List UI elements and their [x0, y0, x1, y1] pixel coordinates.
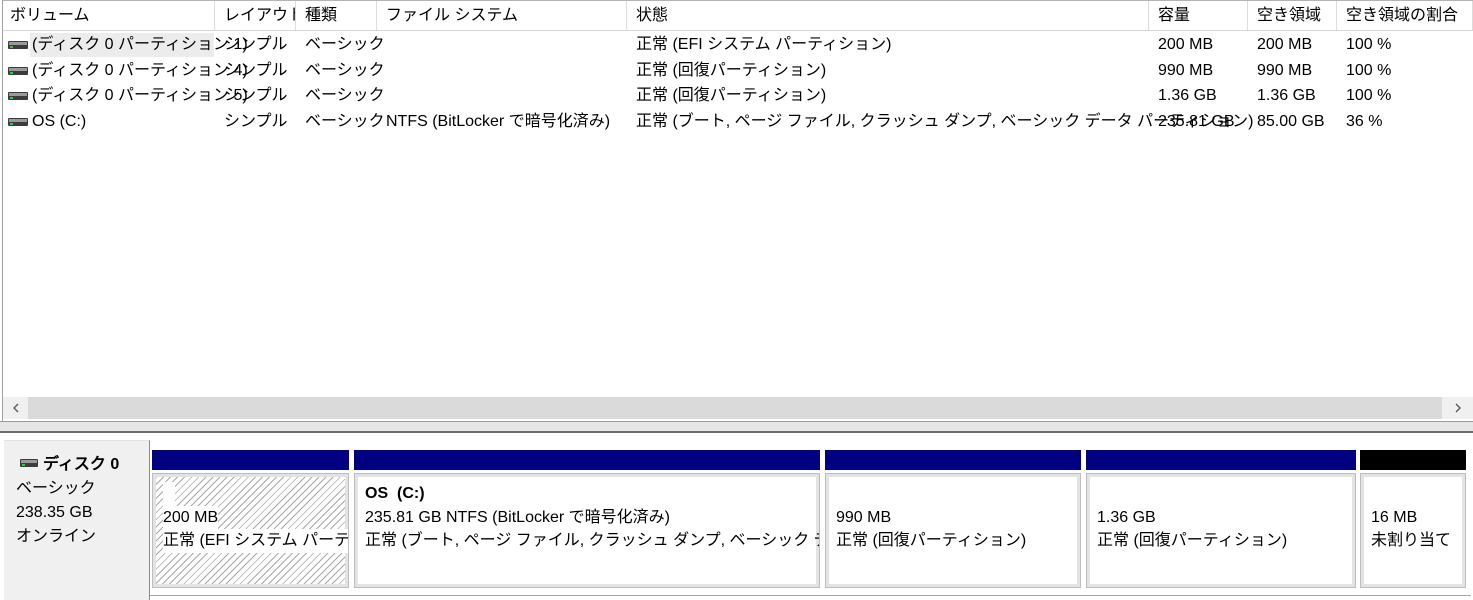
volume-name: (ディスク 0 パーティション 5) [32, 87, 248, 104]
partition-body: 16 MB 未割り当て [1360, 473, 1466, 588]
column-header-layout[interactable]: レイアウト [215, 1, 296, 30]
partition-color-bar [825, 450, 1081, 470]
filesystem-cell [377, 83, 627, 109]
status-cell: 正常 (回復パーティション) [636, 61, 827, 79]
type-cell: ベーシック [305, 36, 385, 53]
partition-body: 1.36 GB 正常 (回復パーティション) [1086, 473, 1356, 588]
disk-size: 238.35 GB [16, 504, 93, 521]
drive-icon [8, 66, 28, 75]
column-header-volume[interactable]: ボリューム [3, 1, 215, 30]
disk-name: ディスク 0 [43, 456, 120, 473]
partition-os-c[interactable]: OS (C:) 235.81 GB NTFS (BitLocker で暗号化済み… [354, 440, 820, 595]
scroll-right-button[interactable] [1443, 397, 1473, 419]
free-space-cell: 85.00 GB [1257, 112, 1325, 130]
pane-splitter[interactable] [0, 421, 1473, 433]
capacity-cell: 235.81 GB [1158, 112, 1235, 130]
free-space-cell: 1.36 GB [1257, 87, 1316, 104]
scroll-left-button[interactable] [3, 397, 28, 419]
column-header-filesystem[interactable]: ファイル システム [377, 1, 627, 30]
column-header-row: ボリューム レイアウト 種類 ファイル システム 状態 容量 空き領域 空き領域… [3, 1, 1473, 31]
status-cell: 正常 (回復パーティション) [636, 87, 827, 104]
free-space-cell: 200 MB [1257, 36, 1313, 53]
capacity-cell: 200 MB [1158, 36, 1214, 53]
scrollbar-thumb[interactable] [28, 397, 1442, 419]
free-percent-cell: 100 % [1346, 36, 1392, 53]
volume-row[interactable]: (ディスク 0 パーティション 1) シンプル ベーシック 正常 (EFI シス… [3, 32, 1473, 58]
partition-name [163, 482, 175, 506]
free-percent-cell: 36 % [1346, 112, 1383, 130]
filesystem-cell: NTFS (BitLocker で暗号化済み) [386, 112, 611, 130]
horizontal-scrollbar[interactable] [3, 397, 1473, 419]
volume-rows: (ディスク 0 パーティション 1) シンプル ベーシック 正常 (EFI シス… [3, 32, 1473, 134]
volume-row[interactable]: OS (C:) シンプル ベーシック NTFS (BitLocker で暗号化済… [3, 109, 1473, 135]
partition-status: 正常 (ブート, ページ ファイル, クラッシュ ダンプ, ベーシック データ … [365, 532, 819, 549]
layout-cell: シンプル [224, 36, 288, 53]
layout-cell: シンプル [224, 61, 288, 79]
column-header-capacity[interactable]: 容量 [1149, 1, 1248, 30]
partition-map: 200 MB 正常 (EFI システム パーティ OS (C:) 235.81 … [150, 440, 1471, 596]
volume-list-view[interactable]: ボリューム レイアウト 種類 ファイル システム 状態 容量 空き領域 空き領域… [2, 0, 1473, 421]
partition-status: 正常 (EFI システム パーティ [163, 529, 348, 553]
volume-name: (ディスク 0 パーティション 4) [32, 61, 248, 79]
partition-color-bar [354, 450, 820, 470]
volume-cell: (ディスク 0 パーティション 1) [3, 32, 248, 58]
disk-info-panel[interactable]: ディスク 0 ベーシック 238.35 GB オンライン [4, 440, 150, 600]
partition-status: 正常 (回復パーティション) [1097, 532, 1288, 549]
free-percent-cell: 100 % [1346, 61, 1392, 79]
volume-cell: (ディスク 0 パーティション 4) [3, 58, 248, 84]
filesystem-cell [377, 32, 627, 58]
status-cell: 正常 (ブート, ページ ファイル, クラッシュ ダンプ, ベーシック データ … [636, 112, 1254, 130]
free-percent-cell: 100 % [1346, 87, 1392, 104]
unallocated-space[interactable]: 16 MB 未割り当て [1360, 440, 1466, 595]
partition-size: 990 MB [836, 508, 892, 526]
type-cell: ベーシック [305, 87, 385, 104]
column-header-free-space[interactable]: 空き領域 [1248, 1, 1337, 30]
partition-size: 16 MB [1371, 508, 1418, 526]
volume-row[interactable]: (ディスク 0 パーティション 5) シンプル ベーシック 正常 (回復パーティ… [3, 83, 1473, 109]
volume-cell: (ディスク 0 パーティション 5) [3, 83, 248, 109]
drive-icon [8, 117, 28, 126]
capacity-cell: 990 MB [1158, 61, 1214, 79]
disk-type: ベーシック [16, 480, 96, 497]
free-space-cell: 990 MB [1257, 61, 1313, 79]
partition-recovery-1[interactable]: 990 MB 正常 (回復パーティション) [825, 440, 1081, 595]
volume-cell: OS (C:) [3, 109, 215, 135]
disk-status: オンライン [16, 528, 97, 545]
status-cell: 正常 (EFI システム パーティション) [636, 36, 892, 53]
volume-name: (ディスク 0 パーティション 1) [30, 33, 248, 57]
column-header-type[interactable]: 種類 [296, 1, 377, 30]
partition-status: 未割り当て [1371, 532, 1452, 549]
type-cell: ベーシック [305, 112, 385, 130]
partition-body: OS (C:) 235.81 GB NTFS (BitLocker で暗号化済み… [354, 473, 820, 588]
partition-color-bar [152, 450, 349, 470]
partition-body: 200 MB 正常 (EFI システム パーティ [152, 473, 349, 588]
drive-icon [8, 41, 28, 49]
partition-size: 235.81 GB NTFS (BitLocker で暗号化済み) [365, 508, 670, 526]
filesystem-cell [377, 58, 627, 84]
disk-icon [20, 459, 38, 467]
partition-recovery-2[interactable]: 1.36 GB 正常 (回復パーティション) [1086, 440, 1356, 595]
type-cell: ベーシック [305, 61, 385, 79]
partition-size: 1.36 GB [1097, 508, 1156, 526]
chevron-right-icon [1454, 402, 1462, 414]
partition-color-bar [1360, 450, 1466, 470]
column-header-status[interactable]: 状態 [627, 1, 1149, 30]
partition-size: 200 MB [163, 505, 219, 529]
layout-cell: シンプル [224, 87, 288, 104]
chevron-left-icon [12, 402, 20, 414]
volume-name: OS (C:) [32, 112, 87, 130]
drive-icon [8, 92, 28, 100]
column-header-free-percent[interactable]: 空き領域の割合 [1337, 1, 1473, 30]
partition-color-bar [1086, 450, 1356, 470]
partition-body: 990 MB 正常 (回復パーティション) [825, 473, 1081, 588]
volume-row[interactable]: (ディスク 0 パーティション 4) シンプル ベーシック 正常 (回復パーティ… [3, 58, 1473, 84]
partition-efi-system[interactable]: 200 MB 正常 (EFI システム パーティ [152, 440, 349, 595]
partition-status: 正常 (回復パーティション) [836, 532, 1027, 549]
capacity-cell: 1.36 GB [1158, 87, 1217, 104]
partition-name: OS (C:) [365, 485, 425, 502]
layout-cell: シンプル [224, 112, 288, 130]
